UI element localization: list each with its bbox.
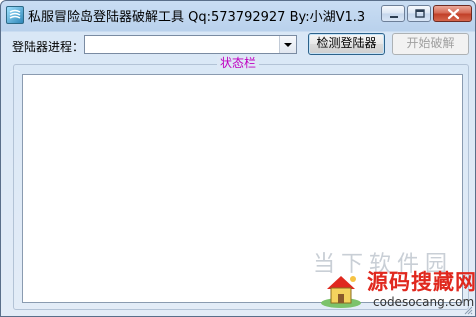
resize-grip-icon[interactable] [463, 304, 473, 315]
chevron-down-icon [284, 43, 292, 47]
dropdown-button[interactable] [279, 36, 296, 53]
minimize-icon [390, 16, 398, 18]
maximize-button[interactable] [407, 5, 431, 22]
close-icon [447, 8, 460, 20]
close-button[interactable] [433, 5, 472, 22]
status-legend: 状态栏 [217, 56, 260, 70]
app-icon [6, 6, 24, 24]
window-title: 私服冒险岛登陆器破解工具 Qq:573792927 By:小湖V1.3 [28, 10, 366, 25]
app-window: 私服冒险岛登陆器破解工具 Qq:573792927 By:小湖V1.3 登陆器进… [0, 0, 476, 317]
watermark-title: 源码搜藏网 [367, 270, 476, 294]
title-bar[interactable]: 私服冒险岛登陆器破解工具 Qq:573792927 By:小湖V1.3 [1, 1, 475, 29]
process-label: 登陆器进程： [12, 40, 85, 54]
house-logo-icon [317, 269, 363, 309]
start-crack-button[interactable]: 开始破解 [392, 33, 469, 55]
detect-launcher-button[interactable]: 检测登陆器 [308, 33, 385, 55]
process-select[interactable] [84, 35, 297, 54]
watermark-url: codesocang.com [373, 295, 475, 309]
maximize-icon [415, 9, 425, 18]
minimize-button[interactable] [381, 5, 405, 22]
